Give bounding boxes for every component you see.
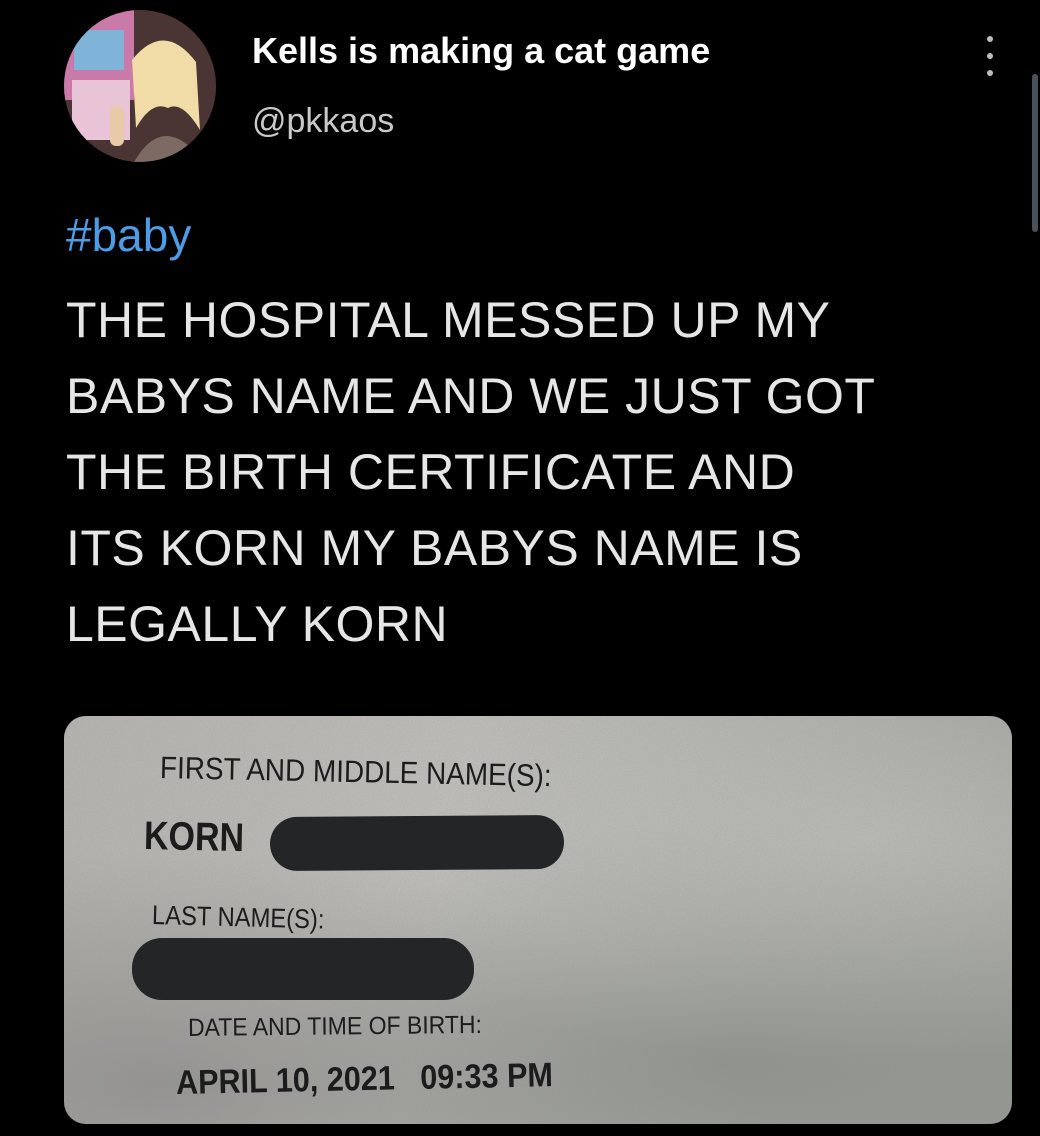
display-name[interactable]: Kells is making a cat game: [252, 30, 710, 72]
scrollbar[interactable]: [1032, 74, 1038, 232]
tweet-line: THE HOSPITAL MESSED UP MY: [66, 292, 831, 348]
hashtag-link[interactable]: #baby: [66, 208, 191, 262]
tweet-line: THE BIRTH CERTIFICATE AND: [66, 444, 796, 500]
user-handle[interactable]: @pkkaos: [252, 102, 394, 141]
more-dot: [987, 70, 993, 76]
attached-photo[interactable]: FIRST AND MIDDLE NAME(S): KORN LAST NAME…: [64, 716, 1012, 1124]
tweet-line: ITS KORN MY BABYS NAME IS: [66, 520, 803, 576]
redaction-bar: [269, 814, 565, 872]
tweet-text: THE HOSPITAL MESSED UP MY BABYS NAME AND…: [66, 282, 1006, 662]
avatar[interactable]: [64, 10, 216, 162]
tweet-line: BABYS NAME AND WE JUST GOT: [66, 368, 876, 424]
profile-photo-icon: [64, 10, 216, 162]
more-dot: [987, 53, 993, 59]
more-vertical-icon[interactable]: [978, 36, 1002, 76]
birth-date-label: DATE AND TIME OF BIRTH:: [187, 1010, 483, 1042]
first-name-value: KORN: [143, 814, 245, 861]
tweet-line: LEGALLY KORN: [66, 596, 449, 652]
more-dot: [987, 36, 993, 42]
birth-date-value: APRIL 10, 2021 09:33 PM: [175, 1056, 554, 1102]
redaction-bar: [132, 938, 474, 1000]
last-name-label: LAST NAME(S):: [151, 900, 325, 935]
